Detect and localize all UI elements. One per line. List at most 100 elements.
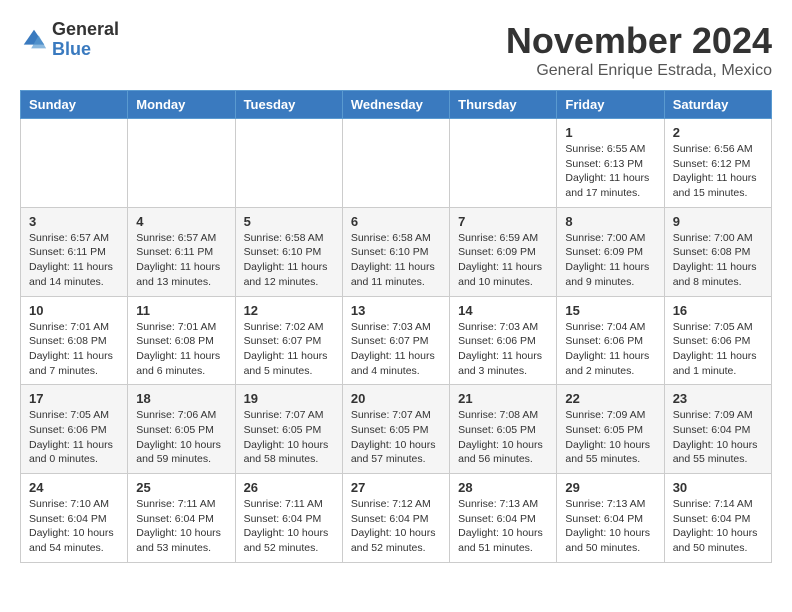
calendar-cell (342, 119, 449, 208)
logo-text: General Blue (52, 20, 119, 60)
day-number: 15 (565, 303, 655, 318)
calendar-cell: 3Sunrise: 6:57 AM Sunset: 6:11 PM Daylig… (21, 207, 128, 296)
calendar-cell (21, 119, 128, 208)
calendar-cell: 21 Sunrise: 7:08 AM Sunset: 6:05 PM Dayli… (450, 385, 557, 474)
month-title: November 2024 (506, 20, 772, 62)
logo-blue-text: Blue (52, 40, 119, 60)
day-number: 26 (244, 480, 334, 495)
day-number: 3 (29, 214, 119, 229)
column-header-sunday: Sunday (21, 91, 128, 119)
calendar-cell: 14 Sunrise: 7:03 AM Sunset: 6:06 PM Dayli… (450, 296, 557, 385)
calendar-table: SundayMondayTuesdayWednesdayThursdayFrid… (20, 90, 772, 563)
calendar-cell: 26 Sunrise: 7:11 AM Sunset: 6:04 PM Dayli… (235, 474, 342, 563)
day-number: 14 (458, 303, 548, 318)
calendar-cell: 10 Sunrise: 7:01 AM Sunset: 6:08 PM Dayli… (21, 296, 128, 385)
day-info: Sunrise: 7:10 AM Sunset: 6:04 PM Dayligh… (29, 497, 119, 556)
calendar-cell (128, 119, 235, 208)
location-subtitle: General Enrique Estrada, Mexico (506, 62, 772, 80)
day-info: Sunrise: 7:08 AM Sunset: 6:05 PM Dayligh… (458, 408, 548, 467)
calendar-cell: 23Sunrise: 7:09 AM Sunset: 6:04 PM Dayli… (664, 385, 771, 474)
calendar-cell: 17 Sunrise: 7:05 AM Sunset: 6:06 PM Dayli… (21, 385, 128, 474)
calendar-week-row: 10 Sunrise: 7:01 AM Sunset: 6:08 PM Dayli… (21, 296, 772, 385)
day-number: 21 (458, 391, 548, 406)
calendar-cell: 6 Sunrise: 6:58 AM Sunset: 6:10 PM Daylig… (342, 207, 449, 296)
calendar-cell: 1 Sunrise: 6:55 AM Sunset: 6:13 PM Daylig… (557, 119, 664, 208)
day-number: 25 (136, 480, 226, 495)
column-header-friday: Friday (557, 91, 664, 119)
day-info: Sunrise: 7:07 AM Sunset: 6:05 PM Dayligh… (351, 408, 441, 467)
day-number: 30 (673, 480, 763, 495)
day-number: 8 (565, 214, 655, 229)
calendar-week-row: 17 Sunrise: 7:05 AM Sunset: 6:06 PM Dayli… (21, 385, 772, 474)
day-number: 18 (136, 391, 226, 406)
column-header-thursday: Thursday (450, 91, 557, 119)
logo-icon (20, 26, 48, 54)
calendar-cell: 30 Sunrise: 7:14 AM Sunset: 6:04 PM Dayli… (664, 474, 771, 563)
day-info: Sunrise: 6:58 AM Sunset: 6:10 PM Dayligh… (351, 231, 441, 290)
calendar-cell: 28 Sunrise: 7:13 AM Sunset: 6:04 PM Dayli… (450, 474, 557, 563)
day-number: 9 (673, 214, 763, 229)
day-number: 28 (458, 480, 548, 495)
day-info: Sunrise: 7:04 AM Sunset: 6:06 PM Dayligh… (565, 320, 655, 379)
day-number: 10 (29, 303, 119, 318)
day-number: 19 (244, 391, 334, 406)
day-number: 23 (673, 391, 763, 406)
day-info: Sunrise: 6:59 AM Sunset: 6:09 PM Dayligh… (458, 231, 548, 290)
calendar-cell: 15 Sunrise: 7:04 AM Sunset: 6:06 PM Dayli… (557, 296, 664, 385)
calendar-cell: 13Sunrise: 7:03 AM Sunset: 6:07 PM Dayli… (342, 296, 449, 385)
day-number: 6 (351, 214, 441, 229)
day-number: 17 (29, 391, 119, 406)
day-info: Sunrise: 7:01 AM Sunset: 6:08 PM Dayligh… (29, 320, 119, 379)
day-info: Sunrise: 6:58 AM Sunset: 6:10 PM Dayligh… (244, 231, 334, 290)
day-info: Sunrise: 7:11 AM Sunset: 6:04 PM Dayligh… (136, 497, 226, 556)
day-number: 7 (458, 214, 548, 229)
day-number: 11 (136, 303, 226, 318)
column-header-wednesday: Wednesday (342, 91, 449, 119)
day-number: 4 (136, 214, 226, 229)
calendar-cell: 18 Sunrise: 7:06 AM Sunset: 6:05 PM Dayli… (128, 385, 235, 474)
calendar-cell: 4 Sunrise: 6:57 AM Sunset: 6:11 PM Daylig… (128, 207, 235, 296)
day-number: 20 (351, 391, 441, 406)
day-number: 24 (29, 480, 119, 495)
day-info: Sunrise: 7:03 AM Sunset: 6:06 PM Dayligh… (458, 320, 548, 379)
day-number: 5 (244, 214, 334, 229)
calendar-cell: 20 Sunrise: 7:07 AM Sunset: 6:05 PM Dayli… (342, 385, 449, 474)
day-info: Sunrise: 7:05 AM Sunset: 6:06 PM Dayligh… (673, 320, 763, 379)
calendar-week-row: 3 Sunrise: 6:57 AM Sunset: 6:11 PM Daylig… (21, 207, 772, 296)
day-number: 12 (244, 303, 334, 318)
day-info: Sunrise: 6:55 AM Sunset: 6:13 PM Dayligh… (565, 142, 655, 201)
calendar-cell: 27Sunrise: 7:12 AM Sunset: 6:04 PM Dayli… (342, 474, 449, 563)
calendar-cell: 11 Sunrise: 7:01 AM Sunset: 6:08 PM Dayli… (128, 296, 235, 385)
calendar-cell: 24 Sunrise: 7:10 AM Sunset: 6:04 PM Dayli… (21, 474, 128, 563)
day-info: Sunrise: 7:11 AM Sunset: 6:04 PM Dayligh… (244, 497, 334, 556)
day-info: Sunrise: 6:57 AM Sunset: 6:11 PM Dayligh… (136, 231, 226, 290)
day-number: 22 (565, 391, 655, 406)
calendar-cell: 7 Sunrise: 6:59 AM Sunset: 6:09 PM Daylig… (450, 207, 557, 296)
day-info: Sunrise: 7:05 AM Sunset: 6:06 PM Dayligh… (29, 408, 119, 467)
calendar-cell: 29Sunrise: 7:13 AM Sunset: 6:04 PM Dayli… (557, 474, 664, 563)
day-info: Sunrise: 7:09 AM Sunset: 6:05 PM Dayligh… (565, 408, 655, 467)
day-number: 1 (565, 125, 655, 140)
calendar-week-row: 1 Sunrise: 6:55 AM Sunset: 6:13 PM Daylig… (21, 119, 772, 208)
calendar-cell: 19 Sunrise: 7:07 AM Sunset: 6:05 PM Dayli… (235, 385, 342, 474)
calendar-cell: 12Sunrise: 7:02 AM Sunset: 6:07 PM Dayli… (235, 296, 342, 385)
day-number: 2 (673, 125, 763, 140)
day-info: Sunrise: 7:14 AM Sunset: 6:04 PM Dayligh… (673, 497, 763, 556)
day-info: Sunrise: 7:07 AM Sunset: 6:05 PM Dayligh… (244, 408, 334, 467)
day-number: 13 (351, 303, 441, 318)
calendar-cell: 8 Sunrise: 7:00 AM Sunset: 6:09 PM Daylig… (557, 207, 664, 296)
day-info: Sunrise: 7:00 AM Sunset: 6:08 PM Dayligh… (673, 231, 763, 290)
day-info: Sunrise: 7:01 AM Sunset: 6:08 PM Dayligh… (136, 320, 226, 379)
page-header: General Blue November 2024 General Enriq… (20, 20, 772, 80)
calendar-week-row: 24 Sunrise: 7:10 AM Sunset: 6:04 PM Dayli… (21, 474, 772, 563)
day-info: Sunrise: 7:12 AM Sunset: 6:04 PM Dayligh… (351, 497, 441, 556)
calendar-cell: 5 Sunrise: 6:58 AM Sunset: 6:10 PM Daylig… (235, 207, 342, 296)
column-header-tuesday: Tuesday (235, 91, 342, 119)
calendar-cell: 16 Sunrise: 7:05 AM Sunset: 6:06 PM Dayli… (664, 296, 771, 385)
day-number: 16 (673, 303, 763, 318)
column-header-saturday: Saturday (664, 91, 771, 119)
logo: General Blue (20, 20, 119, 60)
day-info: Sunrise: 7:00 AM Sunset: 6:09 PM Dayligh… (565, 231, 655, 290)
day-info: Sunrise: 7:13 AM Sunset: 6:04 PM Dayligh… (458, 497, 548, 556)
day-info: Sunrise: 7:06 AM Sunset: 6:05 PM Dayligh… (136, 408, 226, 467)
